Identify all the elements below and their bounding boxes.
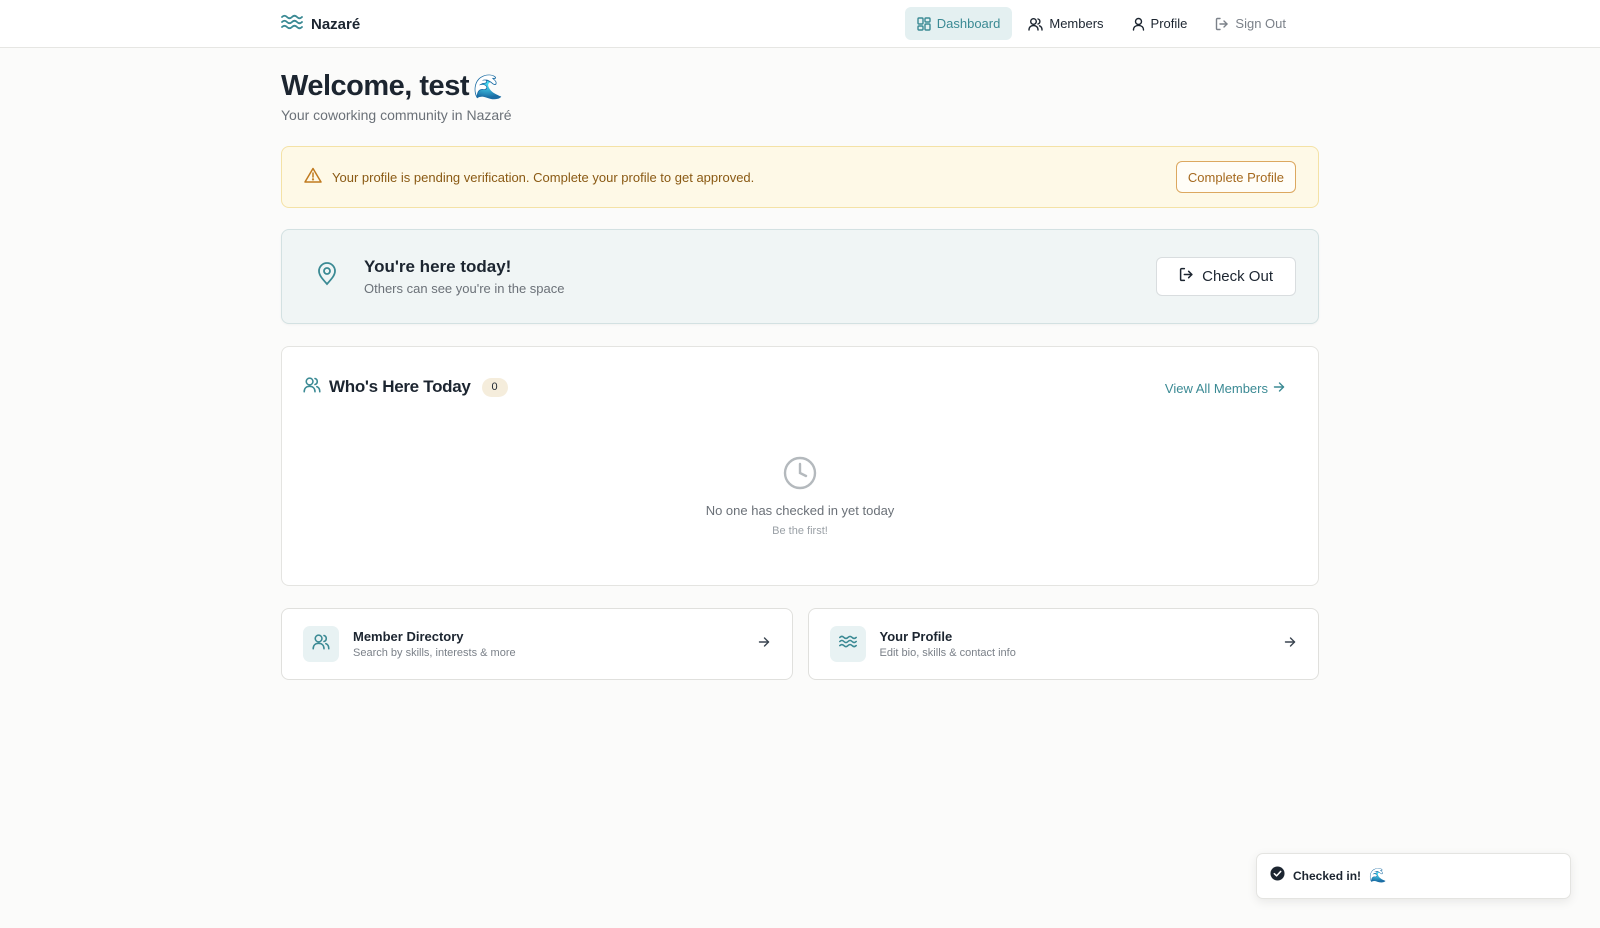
checkin-text: You're here today! Others can see you're… — [364, 257, 1156, 296]
nav-sign-out[interactable]: Sign Out — [1203, 7, 1298, 40]
your-profile-card[interactable]: Your Profile Edit bio, skills & contact … — [807, 608, 1319, 680]
whos-here-header: Who's Here Today 0 — [303, 376, 508, 398]
nav-members-label: Members — [1049, 16, 1104, 31]
clock-icon — [282, 455, 1318, 491]
checked-in-toast: Checked in! 🌊 — [1256, 853, 1571, 899]
view-all-members-link[interactable]: View All Members — [1165, 381, 1285, 396]
sign-out-icon — [1215, 17, 1229, 31]
nav-profile[interactable]: Profile — [1120, 7, 1200, 40]
nav-profile-label: Profile — [1150, 16, 1188, 31]
view-all-members-label: View All Members — [1164, 381, 1268, 396]
top-navbar: Nazaré Dashboard Members Profile Sign Ou… — [0, 0, 1600, 48]
waves-icon — [838, 634, 857, 654]
page-subtitle: Your coworking community in Nazaré — [281, 107, 512, 123]
arrow-right-icon — [758, 635, 770, 653]
empty-state: No one has checked in yet today Be the f… — [282, 455, 1318, 537]
alert-message: Your profile is pending verification. Co… — [332, 169, 755, 185]
check-out-button[interactable]: Check Out — [1156, 257, 1296, 296]
checked-in-count-badge: 0 — [481, 377, 508, 397]
card-text: Member Directory Search by skills, inter… — [353, 629, 758, 659]
users-icon — [1028, 17, 1044, 31]
brand-name: Nazaré — [311, 15, 361, 33]
whos-here-title: Who's Here Today — [329, 377, 471, 396]
warning-triangle-icon — [304, 167, 322, 188]
card-title: Your Profile — [879, 629, 953, 644]
sign-out-icon — [1179, 267, 1194, 286]
toast-message: Checked in! — [1293, 869, 1362, 883]
verification-alert: Your profile is pending verification. Co… — [281, 146, 1319, 208]
page-title: Welcome, test — [281, 70, 469, 102]
card-title: Member Directory — [353, 629, 464, 644]
waves-icon — [281, 13, 303, 36]
nav-members[interactable]: Members — [1016, 7, 1115, 40]
card-icon-box — [303, 626, 339, 662]
checkin-subtitle: Others can see you're in the space — [364, 281, 565, 296]
arrow-right-icon — [1284, 635, 1296, 653]
welcome-heading: Welcome, test 🌊 — [281, 70, 1319, 103]
wave-emoji: 🌊 — [1369, 868, 1387, 884]
card-subtitle: Edit bio, skills & contact info — [879, 647, 1016, 659]
card-icon-box — [829, 626, 866, 662]
complete-profile-button[interactable]: Complete Profile — [1175, 161, 1296, 193]
dashboard-grid-icon — [917, 16, 931, 31]
checkin-title: You're here today! — [364, 257, 512, 276]
check-out-label: Check Out — [1202, 268, 1273, 285]
card-subtitle: Search by skills, interests & more — [353, 647, 516, 659]
wave-emoji: 🌊 — [472, 72, 503, 101]
main-content: Welcome, test 🌊 Your coworking community… — [281, 48, 1319, 680]
member-directory-card[interactable]: Member Directory Search by skills, inter… — [281, 608, 793, 680]
quick-links: Member Directory Search by skills, inter… — [281, 608, 1319, 680]
whos-here-panel: Who's Here Today 0 View All Members No o… — [281, 346, 1319, 586]
nav-sign-out-label: Sign Out — [1235, 16, 1286, 31]
card-text: Your Profile Edit bio, skills & contact … — [880, 629, 1285, 659]
user-icon — [1132, 17, 1145, 31]
check-circle-icon — [1270, 866, 1285, 886]
map-pin-icon — [316, 262, 338, 291]
users-icon — [303, 376, 321, 398]
nav-dashboard[interactable]: Dashboard — [904, 7, 1013, 40]
brand[interactable]: Nazaré — [281, 12, 360, 36]
users-icon — [312, 633, 330, 655]
nav-dashboard-label: Dashboard — [936, 16, 1001, 31]
empty-state-title: No one has checked in yet today — [705, 503, 895, 518]
arrow-right-icon — [1273, 381, 1285, 396]
empty-state-subtitle: Be the first! — [772, 525, 828, 537]
main-nav: Dashboard Members Profile Sign Out — [904, 7, 1298, 40]
checkin-status-card: You're here today! Others can see you're… — [281, 229, 1319, 324]
